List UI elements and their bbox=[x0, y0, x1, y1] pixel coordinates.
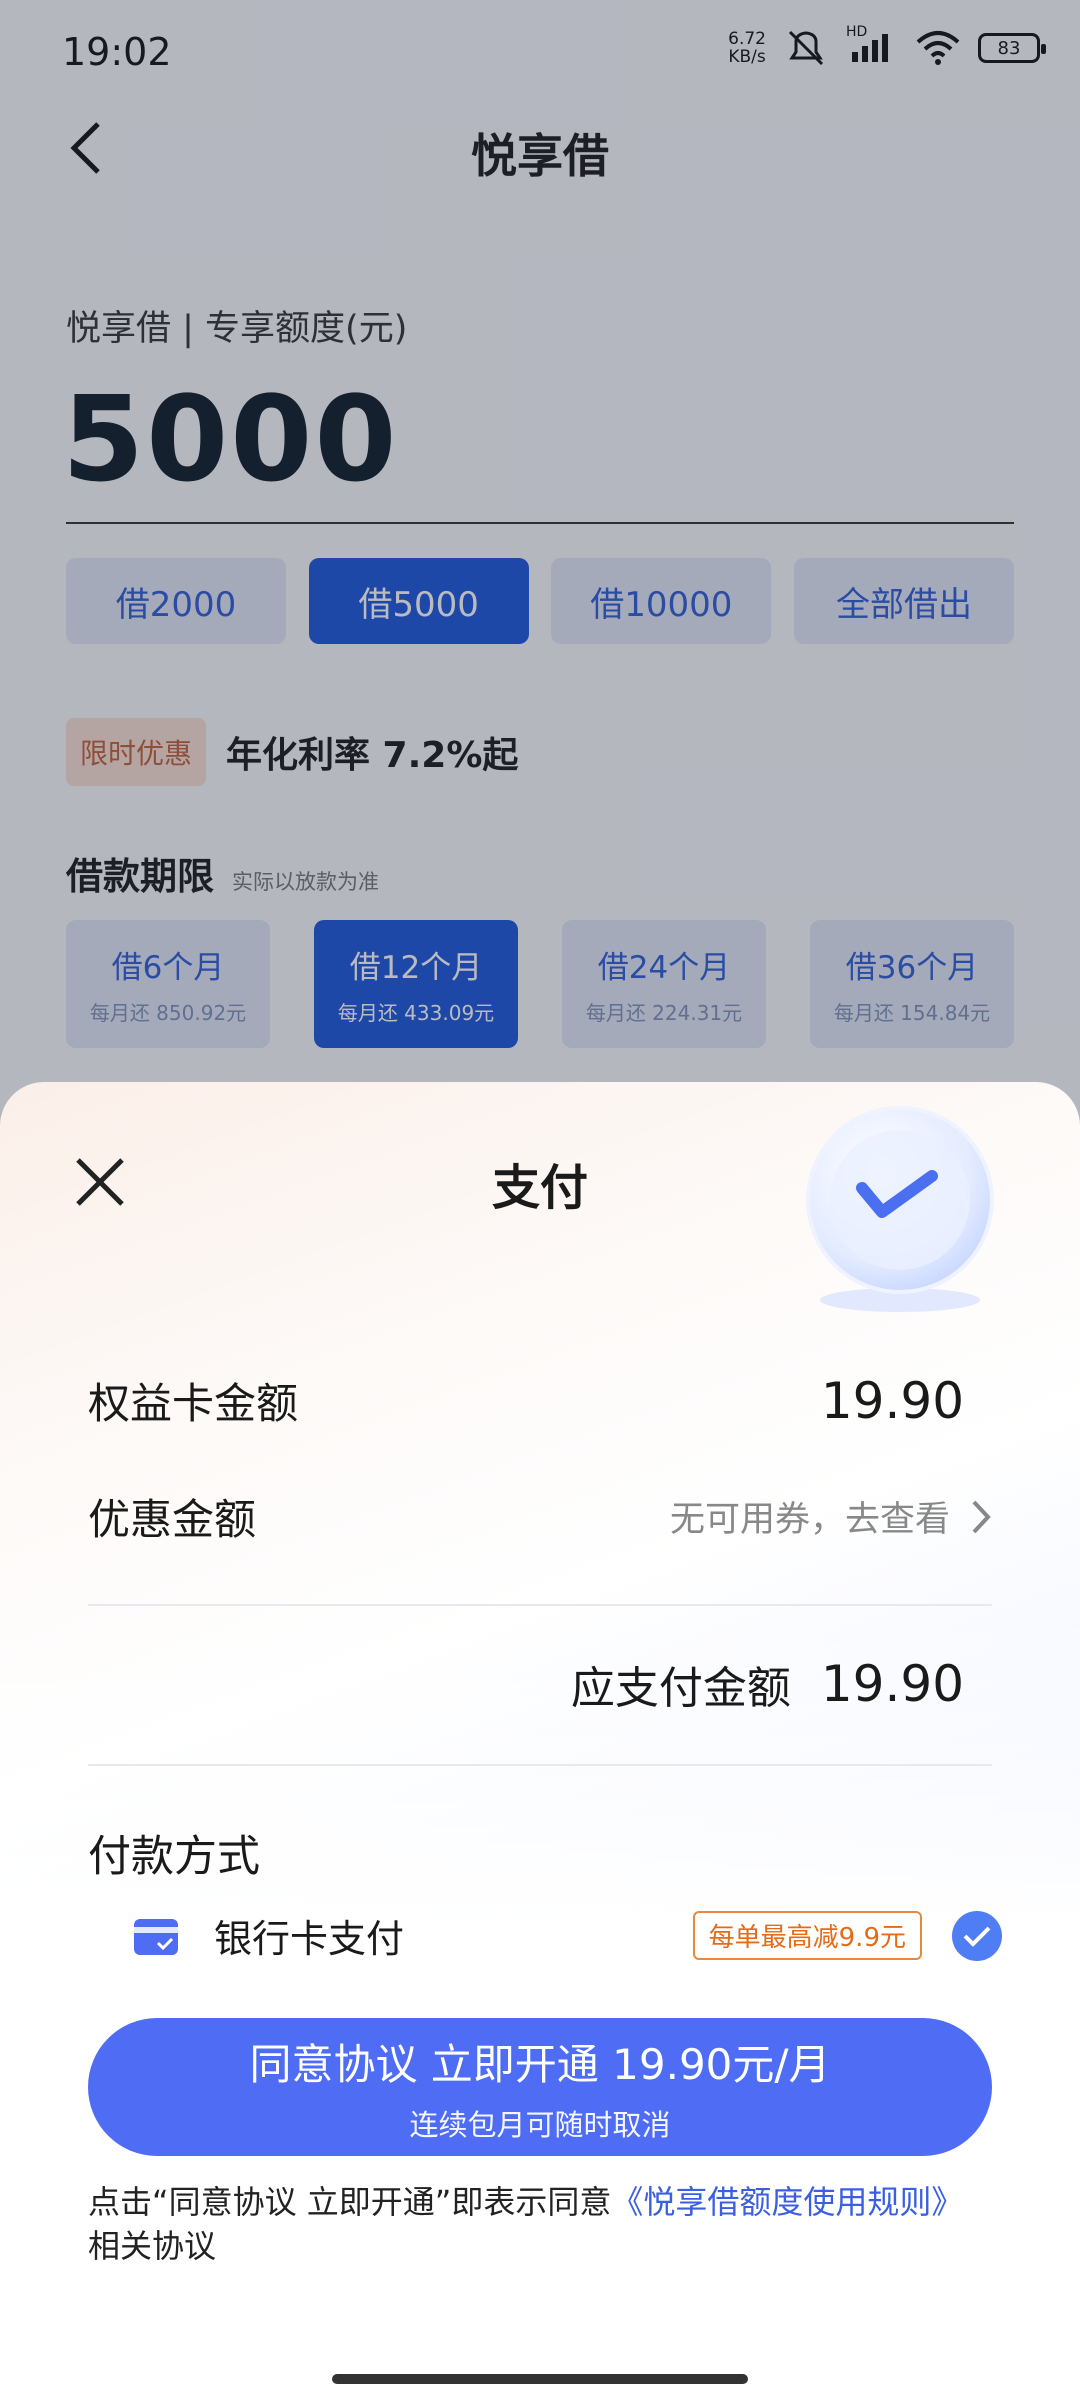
payable-value: 19.90 bbox=[820, 1655, 964, 1713]
selected-check-icon[interactable] bbox=[952, 1910, 1002, 1961]
check-badge-icon bbox=[806, 1106, 994, 1312]
payable-label: 应支付金额 bbox=[570, 1663, 791, 1714]
home-indicator[interactable] bbox=[332, 2374, 748, 2384]
sheet-background-fade bbox=[0, 1602, 1080, 2400]
payable-row: 应支付金额 19.90 bbox=[571, 1652, 964, 1716]
discount-link[interactable]: 无可用券，去查看 bbox=[670, 1491, 992, 1542]
bank-card-icon bbox=[134, 1918, 178, 1955]
discount-row[interactable]: 优惠金额 无可用券，去查看 bbox=[88, 1486, 992, 1547]
chevron-right-icon bbox=[972, 1500, 991, 1533]
cta-sub-label: 连续包月可随时取消 bbox=[409, 2107, 671, 2142]
agreement-suffix: 相关协议 bbox=[88, 2227, 217, 2265]
bank-card-option[interactable]: 银行卡支付 每单最高减9.9元 bbox=[132, 1908, 1002, 1963]
payment-sheet: 支付 权益卡金额 19.90 优惠金额 无可用券，去查看 应支付金额 19.90 bbox=[0, 1082, 1080, 2400]
discount-label: 优惠金额 bbox=[88, 1495, 257, 1544]
divider bbox=[88, 1604, 992, 1606]
card-amount-value: 19.90 bbox=[820, 1371, 964, 1430]
payment-method-title: 付款方式 bbox=[88, 1832, 260, 1882]
agreement-text: 点击“同意协议 立即开通”即表示同意《悦享借额度使用规则》 相关协议 bbox=[88, 2180, 1008, 2268]
cta-main-label: 同意协议 立即开通 19.90元/月 bbox=[249, 2039, 831, 2089]
agreement-link[interactable]: 《悦享借额度使用规则》 bbox=[611, 2183, 963, 2221]
divider bbox=[88, 1764, 992, 1766]
card-amount-row: 权益卡金额 19.90 bbox=[88, 1370, 992, 1431]
discount-badge: 每单最高减9.9元 bbox=[692, 1911, 922, 1960]
discount-value: 无可用券，去查看 bbox=[669, 1500, 950, 1540]
card-amount-label: 权益卡金额 bbox=[88, 1379, 299, 1428]
bank-card-label: 银行卡支付 bbox=[214, 1917, 405, 1961]
agreement-prefix: 点击“同意协议 立即开通”即表示同意 bbox=[88, 2183, 612, 2221]
agree-and-activate-button[interactable]: 同意协议 立即开通 19.90元/月 连续包月可随时取消 bbox=[88, 2018, 992, 2156]
